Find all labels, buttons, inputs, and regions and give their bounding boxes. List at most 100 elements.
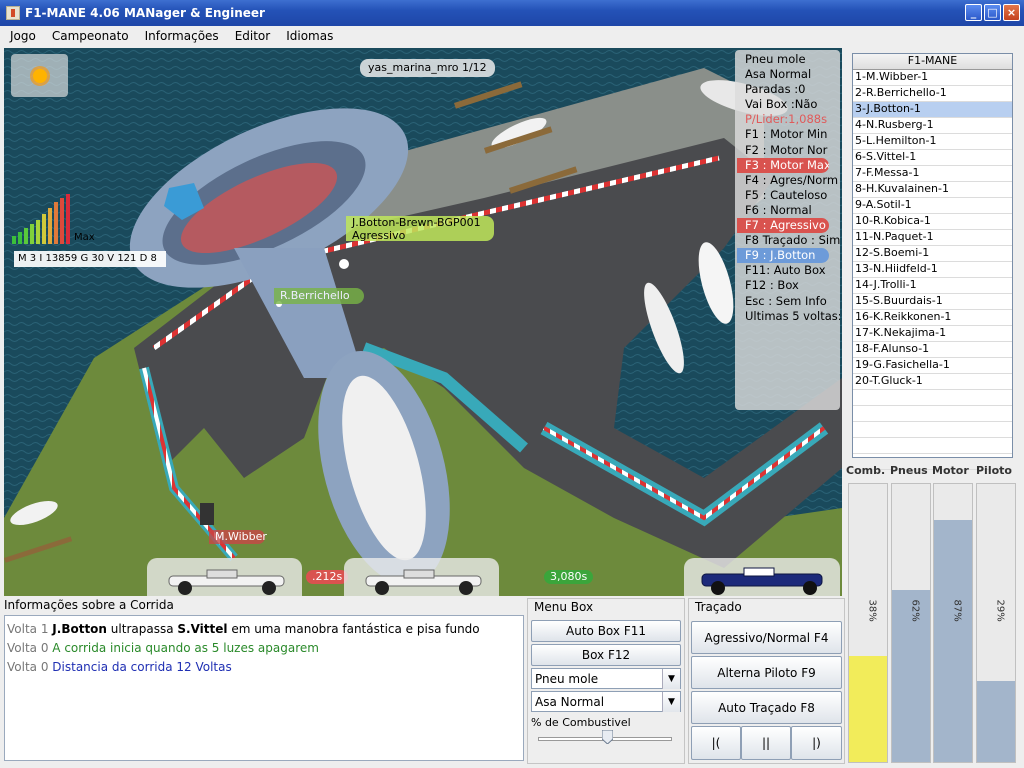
menu-box-title: Menu Box xyxy=(534,600,594,614)
standings-row[interactable]: 2-R.Berrichello-1 xyxy=(853,86,1012,102)
standings-row[interactable]: 4-N.Rusberg-1 xyxy=(853,118,1012,134)
tyre-select-value: Pneu mole xyxy=(535,672,599,686)
standings-row[interactable]: 10-R.Kobica-1 xyxy=(853,214,1012,230)
log-driver: S.Vittel xyxy=(177,622,228,636)
info-line: F11: Auto Box xyxy=(745,263,826,278)
line-center-button[interactable]: || xyxy=(741,726,791,760)
tracado-panel: Traçado Agressivo/Normal F4 Alterna Pilo… xyxy=(688,598,845,764)
track-view[interactable]: yas_marina_mro 1/12 Max M 3 I 13859 G 30… xyxy=(4,48,842,596)
standings-list[interactable]: F1-MANE 1-M.Wibber-1 2-R.Berrichello-1 3-J… xyxy=(852,53,1013,470)
standings-row[interactable]: 20-T.Gluck-1 xyxy=(853,374,1012,390)
info-line: F4 : Agres/Norm xyxy=(745,172,839,187)
rpm-max-label: Max xyxy=(74,232,95,243)
standings-row[interactable]: 11-N.Paquet-1 xyxy=(853,230,1012,246)
standings-row[interactable]: 3-J.Botton-1 xyxy=(853,102,1012,118)
driver-tag-botton-mode: Agressivo xyxy=(352,229,406,242)
driver-tag-botton[interactable]: J.Botton-Brewn-BGP001 Agressivo xyxy=(346,216,494,242)
auto-line-button[interactable]: Auto Traçado F8 xyxy=(691,691,842,724)
race-log[interactable]: Volta 1 J.Botton ultrapassa S.Vittel em … xyxy=(4,615,524,761)
wing-select-value: Asa Normal xyxy=(535,695,605,709)
standings-row[interactable]: 8-H.Kuvalainen-1 xyxy=(853,182,1012,198)
driver-tag-wibber[interactable]: M.Wibber xyxy=(209,530,267,544)
menu-editor[interactable]: Editor xyxy=(225,26,277,46)
wing-select[interactable]: Asa Normal ▼ xyxy=(531,691,681,712)
window-title: F1-MANE 4.06 MANager & Engineer xyxy=(25,6,265,20)
standings-row[interactable]: 13-N.Hiidfeld-1 xyxy=(853,262,1012,278)
standings-row[interactable]: 19-G.Fasichella-1 xyxy=(853,358,1012,374)
car-icon xyxy=(168,569,285,595)
info-line: F1 : Motor Min xyxy=(745,127,828,142)
menu-bar: Jogo Campeonato Informações Editor Idiom… xyxy=(0,26,1024,46)
sun-icon xyxy=(32,68,47,83)
java-icon xyxy=(6,6,20,20)
info-line: F3 : Motor Max xyxy=(737,157,829,173)
info-line: F5 : Cauteloso xyxy=(745,187,828,202)
box-button[interactable]: Box F12 xyxy=(531,644,681,666)
gauge-bar: 29% xyxy=(976,483,1016,763)
standings-row[interactable]: 18-F.Alunso-1 xyxy=(853,342,1012,358)
standings-row[interactable]: 6-S.Vittel-1 xyxy=(853,150,1012,166)
info-line: F7 : Agressivo xyxy=(737,218,829,234)
standings-row[interactable] xyxy=(853,438,1012,454)
standings-row[interactable]: 16-K.Reikkonen-1 xyxy=(853,310,1012,326)
gauge-value: 29% xyxy=(994,599,1006,622)
driver-info-panel: Pneu mole Asa Normal Paradas :0 Vai Box :Nã… xyxy=(735,50,840,410)
chevron-down-icon[interactable]: ▼ xyxy=(662,669,680,689)
log-text: A corrida inicia quando as 5 luzes apaga… xyxy=(52,641,319,655)
fuel-slider-thumb[interactable] xyxy=(602,730,614,744)
menu-informacoes[interactable]: Informações xyxy=(135,26,225,46)
car-card-1 xyxy=(147,558,302,596)
info-line: F8 Traçado : Sim xyxy=(745,233,840,248)
car-card-2 xyxy=(344,558,499,596)
line-left-button[interactable]: |( xyxy=(691,726,741,760)
standings-row[interactable] xyxy=(853,422,1012,438)
gauge-value: 62% xyxy=(909,599,921,622)
info-line: Asa Normal xyxy=(745,67,812,82)
alternate-driver-button[interactable]: Alterna Piloto F9 xyxy=(691,656,842,689)
gauge-header: Pneus xyxy=(890,464,928,477)
menu-jogo[interactable]: Jogo xyxy=(0,26,42,46)
auto-box-button[interactable]: Auto Box F11 xyxy=(531,620,681,642)
driver-tag-berrichello[interactable]: R.Berrichello xyxy=(274,288,364,304)
gauge-value: 38% xyxy=(866,599,878,622)
tyre-select[interactable]: Pneu mole ▼ xyxy=(531,668,681,689)
standings-row[interactable] xyxy=(853,390,1012,406)
standings-row[interactable]: 14-J.Trolli-1 xyxy=(853,278,1012,294)
track-name-label: yas_marina_mro 1/12 xyxy=(360,59,495,77)
standings-row[interactable] xyxy=(853,406,1012,422)
lap-time-gap-1: .212s xyxy=(306,570,349,584)
info-line: Vai Box :Não xyxy=(745,97,818,112)
standings-row[interactable]: 5-L.Hemilton-1 xyxy=(853,134,1012,150)
standings-row[interactable]: 1-M.Wibber-1 xyxy=(853,70,1012,86)
race-info-title: Informações sobre a Corrida xyxy=(4,598,174,612)
standings-row[interactable]: 15-S.Buurdais-1 xyxy=(853,294,1012,310)
maximize-button[interactable]: □ xyxy=(984,4,1001,21)
info-line: Ultimas 5 voltas: xyxy=(745,308,840,323)
menu-campeonato[interactable]: Campeonato xyxy=(42,26,135,46)
standings-row[interactable]: 17-K.Nekajima-1 xyxy=(853,326,1012,342)
log-text: Distancia da corrida 12 Voltas xyxy=(52,660,232,674)
close-button[interactable]: × xyxy=(1003,4,1020,21)
title-bar: F1-MANE 4.06 MANager & Engineer _ □ × xyxy=(0,0,1024,26)
weather-indicator xyxy=(11,54,68,97)
standings-rows: 1-M.Wibber-1 2-R.Berrichello-1 3-J.Botton-… xyxy=(853,70,1012,470)
gauge-bar: 62% xyxy=(891,483,931,763)
line-right-button[interactable]: |) xyxy=(791,726,842,760)
app-window: F1-MANE 4.06 MANager & Engineer _ □ × Jo… xyxy=(0,0,1024,768)
log-line: Volta 0 Distancia da corrida 12 Voltas xyxy=(7,658,523,677)
window-controls: _ □ × xyxy=(965,4,1020,21)
telemetry-readout: M 3 I 13859 G 30 V 121 D 8 xyxy=(14,251,166,267)
info-line: P/Lider:1,088s xyxy=(745,112,828,127)
standings-row[interactable]: 7-F.Messa-1 xyxy=(853,166,1012,182)
aggressive-normal-button[interactable]: Agressivo/Normal F4 xyxy=(691,621,842,654)
chevron-down-icon[interactable]: ▼ xyxy=(662,692,680,712)
info-line: F2 : Motor Nor xyxy=(745,142,828,157)
minimize-button[interactable]: _ xyxy=(965,4,982,21)
standings-row[interactable]: 9-A.Sotil-1 xyxy=(853,198,1012,214)
gauge-fill xyxy=(934,520,972,762)
log-driver: J.Botton xyxy=(52,622,107,636)
standings-row[interactable]: 12-S.Boemi-1 xyxy=(853,246,1012,262)
standings-header[interactable]: F1-MANE xyxy=(853,54,1012,70)
gauge-bar: 87% xyxy=(933,483,973,763)
menu-idiomas[interactable]: Idiomas xyxy=(276,26,339,46)
